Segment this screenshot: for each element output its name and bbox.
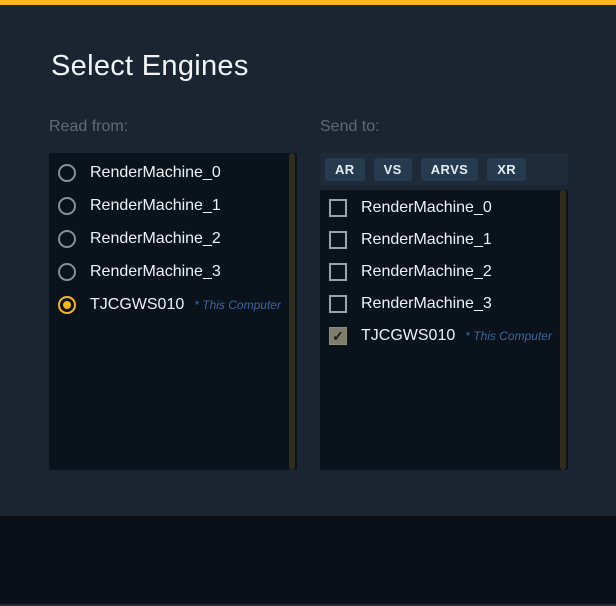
filter-chip-ar[interactable]: AR [325, 158, 365, 181]
read-from-label: Read from: [49, 118, 128, 136]
radio-button[interactable] [58, 263, 76, 281]
engine-name: RenderMachine_2 [90, 230, 221, 248]
engine-name: RenderMachine_1 [90, 197, 221, 215]
filter-chip-xr[interactable]: XR [487, 158, 526, 181]
this-computer-note: * This Computer [465, 329, 552, 343]
checkbox-list-item[interactable]: RenderMachine_0 [320, 192, 568, 224]
radio-button[interactable] [58, 164, 76, 182]
filter-chip-vs[interactable]: VS [374, 158, 412, 181]
read-from-panel: RenderMachine_0 RenderMachine_1 RenderMach… [49, 153, 297, 470]
radio-list-item[interactable]: RenderMachine_3 [49, 255, 297, 288]
checkbox[interactable] [329, 263, 347, 281]
engine-name: TJCGWS010 [90, 296, 184, 314]
dialog-footer: Cancel Confirm [0, 516, 616, 606]
radio-list: RenderMachine_0 RenderMachine_1 RenderMach… [49, 153, 297, 321]
engine-name: RenderMachine_3 [361, 295, 492, 313]
dialog-title: Select Engines [51, 50, 249, 83]
checkbox-list-item[interactable]: RenderMachine_2 [320, 256, 568, 288]
filter-chip-arvs[interactable]: ARVS [421, 158, 478, 181]
checkbox[interactable] [329, 295, 347, 313]
radio-list-item[interactable]: RenderMachine_2 [49, 222, 297, 255]
checkbox[interactable] [329, 231, 347, 249]
engine-name: TJCGWS010 [361, 327, 455, 345]
select-engines-dialog: Select Engines Read from: Send to: Rende… [0, 0, 616, 606]
checkbox-list: RenderMachine_0 RenderMachine_1 RenderMach… [320, 190, 568, 352]
radio-list-item[interactable]: TJCGWS010 * This Computer [49, 288, 297, 321]
engine-name: RenderMachine_0 [361, 199, 492, 217]
checkbox-list-item[interactable]: ✓ TJCGWS010 * This Computer [320, 320, 568, 352]
send-to-label: Send to: [320, 118, 380, 136]
scrollbar[interactable] [289, 153, 295, 470]
checkbox-list-item[interactable]: RenderMachine_1 [320, 224, 568, 256]
checkbox-list-item[interactable]: RenderMachine_3 [320, 288, 568, 320]
engine-name: RenderMachine_3 [90, 263, 221, 281]
radio-list-item[interactable]: RenderMachine_1 [49, 189, 297, 222]
engine-name: RenderMachine_0 [90, 164, 221, 182]
radio-list-item[interactable]: RenderMachine_0 [49, 156, 297, 189]
engine-name: RenderMachine_2 [361, 263, 492, 281]
scrollbar[interactable] [560, 190, 566, 470]
send-to-panel: RenderMachine_0 RenderMachine_1 RenderMach… [320, 190, 568, 470]
check-icon: ✓ [332, 329, 344, 343]
accent-top-bar [0, 0, 616, 5]
filter-chip-row: ARVSARVSXR [320, 153, 568, 185]
radio-button-selected[interactable] [58, 296, 76, 314]
radio-button[interactable] [58, 230, 76, 248]
engine-name: RenderMachine_1 [361, 231, 492, 249]
checkbox[interactable] [329, 199, 347, 217]
this-computer-note: * This Computer [194, 298, 281, 312]
checkbox-checked[interactable]: ✓ [329, 327, 347, 345]
radio-button[interactable] [58, 197, 76, 215]
